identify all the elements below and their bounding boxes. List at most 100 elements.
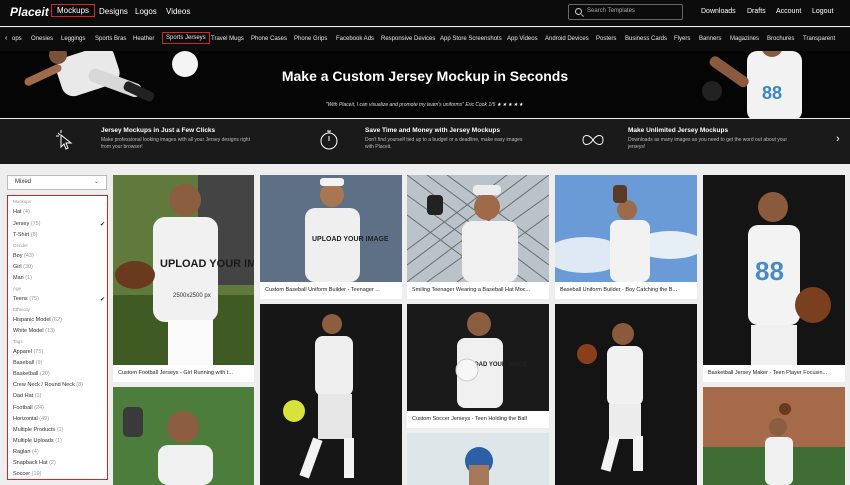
filter-option[interactable]: Snapback Hat (2) xyxy=(13,460,56,466)
template-card[interactable]: Baseball Uniform Builder - Boy Catching … xyxy=(555,175,697,299)
template-caption: Baseball Uniform Builder - Boy Catching … xyxy=(560,287,678,293)
category-item[interactable]: Facebook Ads xyxy=(336,36,374,42)
nav-designs[interactable]: Designs xyxy=(99,7,128,16)
filter-option[interactable]: Baseball (9) xyxy=(13,360,42,366)
category-prev-arrow-icon[interactable]: ‹ xyxy=(5,35,7,42)
category-item[interactable]: Posters xyxy=(596,36,616,42)
filter-option[interactable]: Raglan (4) xyxy=(13,449,39,455)
template-card[interactable]: UPLOAD YOUR IMAGE 2500x2500 px Custom Fo… xyxy=(113,175,254,382)
filter-group-label: Gender xyxy=(13,243,29,248)
template-card[interactable]: UPLOAD YOUR IMAGE Custom Baseball Unifor… xyxy=(260,175,402,299)
nav-videos[interactable]: Videos xyxy=(166,7,190,16)
nav-logos[interactable]: Logos xyxy=(135,7,157,16)
category-item[interactable]: Android Devices xyxy=(545,36,589,42)
filter-group-label: Ethnicity xyxy=(13,307,31,312)
filter-option[interactable]: Boy (43) xyxy=(13,253,34,259)
filter-option[interactable]: Girl (30) xyxy=(13,264,33,270)
filter-option[interactable]: Apparel (75) xyxy=(13,349,43,355)
feature-item: Jersey Mockups in Just a Few Clicks Make… xyxy=(101,127,261,151)
cursor-click-icon xyxy=(56,130,73,150)
rating-stars-icon: ★★★★★ xyxy=(496,102,525,108)
category-item[interactable]: Phone Cases xyxy=(251,36,287,42)
category-item[interactable]: Transparent xyxy=(803,36,835,42)
filter-option[interactable]: Horizontal (49) xyxy=(13,416,49,422)
filter-option[interactable]: Jersey (75) xyxy=(13,221,41,227)
category-item[interactable]: Magazines xyxy=(730,36,759,42)
nav-account[interactable]: Account xyxy=(776,8,801,15)
feature-title: Make Unlimited Jersey Mockups xyxy=(628,127,729,134)
svg-text:UPLOAD YOUR IMAGE: UPLOAD YOUR IMAGE xyxy=(160,258,254,270)
feature-title: Jersey Mockups in Just a Few Clicks xyxy=(101,127,216,134)
template-card[interactable] xyxy=(555,304,697,485)
svg-text:88: 88 xyxy=(762,83,782,103)
template-thumbnail xyxy=(555,304,697,485)
features-strip: Jersey Mockups in Just a Few Clicks Make… xyxy=(0,119,850,164)
nav-mockups[interactable]: Mockups xyxy=(51,4,96,17)
template-caption: Custom Soccer Jerseys - Teen Holding the… xyxy=(412,416,527,422)
hero-banner: Make a Custom Jersey Mockup in Seconds "… xyxy=(0,51,850,118)
chevron-right-icon[interactable]: › xyxy=(836,133,840,145)
feature-item: Make Unlimited Jersey Mockups Downloads … xyxy=(628,127,788,151)
feature-item: Save Time and Money with Jersey Mockups … xyxy=(365,127,525,151)
filter-option[interactable]: T-Shirt (8) xyxy=(13,232,37,238)
template-card[interactable]: 88 Basketball Jersey Maker - Teen Player… xyxy=(703,175,845,382)
category-item[interactable]: ops xyxy=(12,36,22,42)
nav-drafts[interactable]: Drafts xyxy=(747,8,766,15)
filter-option[interactable]: Basketball (20) xyxy=(13,371,50,377)
category-item[interactable]: Brochures xyxy=(767,36,794,42)
category-item[interactable]: Business Cards xyxy=(625,36,667,42)
category-item[interactable]: Heather xyxy=(133,36,154,42)
search-icon xyxy=(575,8,582,15)
category-item[interactable]: Responsive Devices xyxy=(381,36,435,42)
template-card[interactable]: Smiling Teenager Wearing a Baseball Hat … xyxy=(407,175,549,299)
category-item[interactable]: Travel Mugs xyxy=(211,36,244,42)
chevron-down-icon: ⌄ xyxy=(93,179,99,185)
placeit-logo[interactable]: Placeit xyxy=(10,5,49,19)
filter-option[interactable]: Hispanic Model (62) xyxy=(13,317,62,323)
filter-option[interactable]: Football (24) xyxy=(13,405,44,411)
template-thumbnail: UPLOAD YOUR IMAGE xyxy=(260,175,402,282)
template-card[interactable] xyxy=(113,387,254,485)
filter-option[interactable]: Soccer (19) xyxy=(13,471,41,477)
category-item[interactable]: Leggings xyxy=(61,36,85,42)
category-item[interactable]: Phone Grips xyxy=(294,36,327,42)
nav-logout[interactable]: Logout xyxy=(812,8,833,15)
nav-downloads[interactable]: Downloads xyxy=(701,8,736,15)
template-thumbnail xyxy=(407,433,549,485)
filter-option[interactable]: Crew Neck / Round Neck (8) xyxy=(13,382,83,388)
template-thumbnail xyxy=(113,387,254,485)
category-item[interactable]: Flyers xyxy=(674,36,690,42)
template-thumbnail: UPLOAD YOUR IMAGE xyxy=(407,304,549,411)
template-card[interactable] xyxy=(260,304,402,485)
category-item[interactable]: Sports Bras xyxy=(95,36,126,42)
category-item[interactable]: Banners xyxy=(699,36,721,42)
template-caption: Smiling Teenager Wearing a Baseball Hat … xyxy=(412,287,531,293)
template-caption: Basketball Jersey Maker - Teen Player Fo… xyxy=(708,370,828,376)
filter-option[interactable]: Multiple Uploads (1) xyxy=(13,438,62,444)
template-caption: Custom Baseball Uniform Builder - Teenag… xyxy=(265,287,380,293)
filter-option[interactable]: Hat (4) xyxy=(13,209,30,215)
feature-desc: Make professional looking images with al… xyxy=(101,137,250,150)
search-box[interactable]: Search Templates xyxy=(568,4,683,20)
sort-dropdown[interactable]: Mixed ⌄ xyxy=(7,175,107,190)
infinity-icon xyxy=(582,135,604,145)
template-card[interactable] xyxy=(407,433,549,485)
filter-option[interactable]: Dad Hat (1) xyxy=(13,393,41,399)
feature-title: Save Time and Money with Jersey Mockups xyxy=(365,127,500,134)
svg-text:88: 88 xyxy=(755,256,784,286)
template-card[interactable] xyxy=(703,387,845,485)
filter-group-label: Tags xyxy=(13,339,23,344)
filter-group-label: Age xyxy=(13,286,22,291)
category-item[interactable]: Onesies xyxy=(31,36,53,42)
category-item[interactable]: App Store Screenshots xyxy=(440,36,502,42)
search-placeholder: Search Templates xyxy=(587,8,635,14)
filters-panel: Mockups Hat (4) Jersey (75) ✔ T-Shirt (8… xyxy=(7,195,108,480)
category-item[interactable]: App Videos xyxy=(507,36,538,42)
template-card[interactable]: UPLOAD YOUR IMAGE Custom Soccer Jerseys … xyxy=(407,304,549,428)
category-item-active[interactable]: Sports Jerseys xyxy=(162,32,210,44)
checkmark-icon: ✔ xyxy=(100,222,106,228)
filter-option[interactable]: Multiple Products (1) xyxy=(13,427,63,433)
filter-option[interactable]: Man (1) xyxy=(13,275,32,281)
filter-option[interactable]: White Model (13) xyxy=(13,328,55,334)
filter-option[interactable]: Teens (75) xyxy=(13,296,39,302)
